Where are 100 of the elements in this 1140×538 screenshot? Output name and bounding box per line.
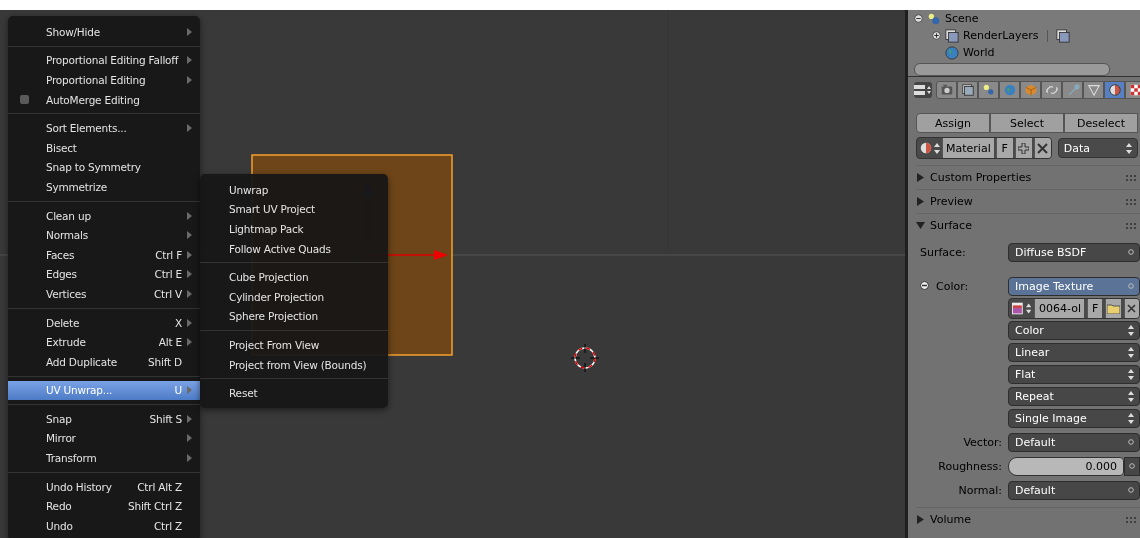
menu-item[interactable]: Vertices Ctrl V <box>8 284 200 304</box>
shortcut-text: Ctrl E <box>154 268 182 281</box>
menu-item[interactable]: Project From View <box>200 335 388 355</box>
sphere-icon <box>1107 83 1122 97</box>
menu-item[interactable]: Symmetrize <box>8 177 200 197</box>
checkbox[interactable] <box>20 94 29 104</box>
grip-icon[interactable] <box>1126 198 1136 205</box>
menu-item[interactable]: Transform <box>8 448 200 468</box>
grip-icon[interactable] <box>1126 174 1136 181</box>
menu-item[interactable]: Redo Shift Ctrl Z <box>8 496 200 517</box>
field-label: Vector: <box>963 435 1002 449</box>
select-dropdown[interactable]: Linear <box>1008 342 1140 362</box>
folder-icon[interactable] <box>1105 298 1121 318</box>
panel-header[interactable]: Volume <box>916 507 1140 531</box>
material-action-button[interactable]: Select <box>990 113 1064 133</box>
link-dropdown[interactable]: Data <box>1057 138 1138 158</box>
panel-header[interactable]: Surface <box>916 213 1140 237</box>
grip-icon[interactable] <box>1126 222 1136 229</box>
roughness-slider[interactable]: 0.000 <box>1008 456 1124 476</box>
menu-item[interactable]: Project from View (Bounds) <box>200 354 388 375</box>
menu-item[interactable]: Cube Projection <box>200 267 388 287</box>
menu-item[interactable]: Undo Ctrl Z <box>8 516 200 536</box>
image-icon[interactable] <box>1012 301 1023 315</box>
add-icon[interactable] <box>1014 138 1032 158</box>
cube-icon <box>1023 83 1038 97</box>
menu-item[interactable]: Delete X <box>8 312 200 333</box>
object-tab[interactable] <box>1020 81 1041 99</box>
shortcut-text: Shift Ctrl Z <box>127 500 182 513</box>
constraints-tab[interactable] <box>1041 81 1062 99</box>
menu-item[interactable]: Bisect <box>8 137 200 158</box>
menu-item[interactable]: Show/Hide <box>8 22 200 42</box>
material-selector[interactable]: Material F <box>916 137 1052 159</box>
outliner-item[interactable]: Scene <box>945 12 979 26</box>
image-name-field[interactable]: 0064-ol <box>1034 298 1085 318</box>
up-down-arrows-icon <box>1128 368 1134 380</box>
grip-icon[interactable] <box>1126 516 1136 523</box>
render-layers-tab[interactable] <box>957 81 978 99</box>
fake-user-button[interactable]: F <box>995 138 1013 158</box>
menu-item[interactable]: Undo History Ctrl Alt Z <box>8 476 200 497</box>
select-dropdown[interactable]: Repeat <box>1008 386 1140 406</box>
menu-item[interactable]: Sort Elements... <box>8 118 200 138</box>
menu-item[interactable]: Edges Ctrl E <box>8 264 200 285</box>
fake-user-button[interactable]: F <box>1087 298 1103 318</box>
material-action-button[interactable]: Deselect <box>1064 113 1138 133</box>
material-action-button[interactable]: Assign <box>916 113 990 133</box>
menu-item[interactable]: Follow Active Quads <box>200 238 388 259</box>
menu-item[interactable]: Faces Ctrl F <box>8 244 200 265</box>
scrollbar[interactable] <box>914 63 1110 76</box>
menu-item[interactable]: Lightmap Pack <box>200 219 388 239</box>
menu-item[interactable]: Normals <box>8 225 200 245</box>
scene-tab[interactable] <box>978 81 999 99</box>
editor-type-button[interactable] <box>914 82 932 98</box>
socket-dot-icon[interactable] <box>1129 463 1135 469</box>
collapse-icon[interactable] <box>914 14 923 24</box>
shortcut-text: Ctrl Z <box>154 519 182 532</box>
expand-icon[interactable] <box>932 31 941 41</box>
menu-item[interactable]: Reset <box>200 383 388 403</box>
menu-item[interactable]: AutoMerge Editing <box>8 89 200 110</box>
socket-dot-icon[interactable] <box>1128 283 1134 289</box>
outliner-item[interactable]: World <box>963 46 995 60</box>
material-tab[interactable] <box>1104 81 1125 99</box>
menu-item[interactable]: Cylinder Projection <box>200 286 388 307</box>
select-dropdown[interactable]: Single Image <box>1008 408 1140 428</box>
menu-item[interactable]: Proportional Editing Falloff <box>8 50 200 71</box>
texture-tab[interactable] <box>1125 81 1140 99</box>
menu-item[interactable]: Unwrap <box>200 180 388 200</box>
socket-dot-icon[interactable] <box>1128 439 1134 445</box>
material-name-field[interactable]: Material <box>942 138 994 158</box>
menu-item[interactable]: Add Duplicate Shift D <box>8 351 200 372</box>
node-dropdown[interactable]: Diffuse BSDF <box>1008 242 1140 262</box>
panel-header[interactable]: Preview <box>916 189 1140 213</box>
close-icon[interactable] <box>1123 298 1139 318</box>
socket-dot-icon[interactable] <box>1128 249 1134 255</box>
data-tab[interactable] <box>1083 81 1104 99</box>
select-dropdown[interactable]: Flat <box>1008 364 1140 384</box>
select-dropdown[interactable]: Color <box>1008 320 1140 340</box>
up-down-arrows-icon <box>1126 142 1132 154</box>
render-tab[interactable] <box>936 81 957 99</box>
minus-circle-icon[interactable] <box>920 281 929 290</box>
menu-item[interactable]: Snap Shift S <box>8 409 200 429</box>
up-down-arrows-icon <box>1128 390 1134 402</box>
menu-item[interactable]: Extrude Alt E <box>8 332 200 352</box>
panel-header[interactable]: Custom Properties <box>916 165 1140 189</box>
menu-item[interactable]: Snap to Symmetry <box>8 157 200 178</box>
close-icon[interactable] <box>1033 138 1051 158</box>
image-layers-icon <box>945 28 959 43</box>
node-dropdown[interactable]: Image Texture <box>1008 276 1140 296</box>
node-dropdown[interactable]: Default <box>1008 432 1140 452</box>
node-dropdown[interactable]: Default <box>1008 480 1140 500</box>
outliner-item[interactable]: RenderLayers <box>963 29 1039 43</box>
menu-item[interactable]: Proportional Editing <box>8 70 200 90</box>
menu-item[interactable]: Clean up <box>8 205 200 226</box>
menu-item[interactable]: Mirror <box>8 428 200 449</box>
modifiers-tab[interactable] <box>1062 81 1083 99</box>
menu-item[interactable]: Sphere Projection <box>200 306 388 327</box>
menu-item[interactable]: Smart UV Project <box>200 199 388 220</box>
field-label: Normal: <box>958 483 1002 497</box>
socket-dot-icon[interactable] <box>1128 487 1134 493</box>
up-down-arrows-icon <box>1128 324 1134 336</box>
up-down-arrows-icon <box>934 142 940 154</box>
